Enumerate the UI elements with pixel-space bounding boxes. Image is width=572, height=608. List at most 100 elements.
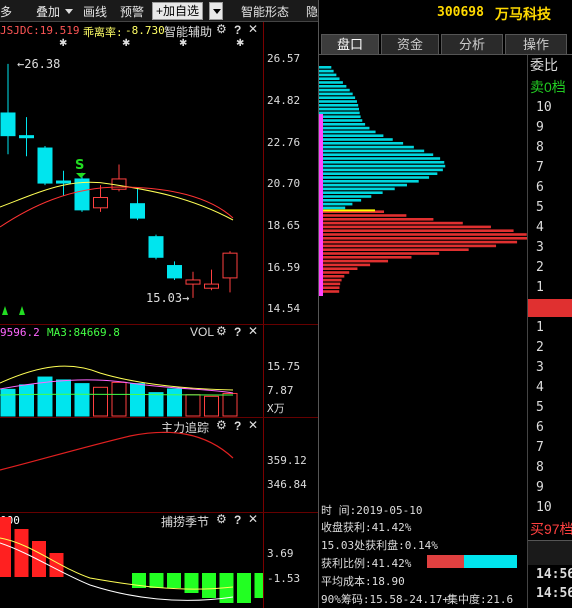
candle-body — [130, 203, 145, 219]
y-tick: 3.69 — [267, 547, 294, 560]
chip-bar — [319, 218, 434, 221]
chip-bar — [319, 248, 469, 251]
chip-bar — [319, 126, 370, 130]
candle-body — [93, 197, 108, 209]
season-bar — [184, 573, 199, 593]
volume-bar — [93, 386, 108, 417]
sell-level[interactable]: 4 — [536, 220, 544, 235]
toolbar-item-multi[interactable]: 多 — [0, 3, 12, 20]
chip-bar — [319, 195, 372, 198]
volume-bar — [19, 384, 34, 417]
buy-level[interactable]: 1 — [536, 320, 544, 335]
buy-level[interactable]: 10 — [536, 500, 552, 515]
season-bar — [149, 573, 164, 588]
toolbar-alert[interactable]: 预警 — [120, 3, 144, 20]
chip-bar — [319, 267, 358, 270]
sell-level[interactable]: 8 — [536, 140, 544, 155]
add-watchlist-button[interactable]: +加自选 — [152, 2, 204, 20]
chip-bar — [319, 104, 359, 107]
chip-bar — [319, 229, 514, 232]
chart-toolbar: 多 叠加 画线 预警 +加自选 智能形态 隐 — [0, 0, 318, 22]
chip-bar — [319, 77, 340, 80]
toolbar-hidden[interactable]: 隐 — [306, 3, 318, 20]
chip-bar — [319, 168, 443, 172]
buy-level[interactable]: 3 — [536, 360, 544, 375]
buy-level[interactable]: 7 — [536, 440, 544, 455]
buy-level[interactable]: 5 — [536, 400, 544, 415]
y-tick: 18.65 — [267, 219, 301, 232]
price-chart[interactable]: ←26.38 15.03→ S — [0, 22, 263, 324]
season-chart[interactable] — [0, 513, 263, 608]
chip-bar — [319, 263, 371, 267]
candle-body — [148, 236, 164, 258]
quote-pane: 300698 万马科技 盘口 资金 分析 操作 委比 卖0档 10 9 8 7 6 5 4 3… — [318, 0, 572, 608]
chip-bar — [319, 161, 445, 164]
tab-analysis[interactable]: 分析 — [441, 34, 503, 54]
y-tick: 20.70 — [267, 177, 301, 190]
buy-level[interactable]: 4 — [536, 380, 544, 395]
chip-90-range-bar — [319, 114, 323, 296]
tab-funds[interactable]: 资金 — [381, 34, 439, 54]
chip-bar — [319, 240, 518, 244]
toolbar-overlay[interactable]: 叠加 — [36, 3, 60, 20]
y-tick: 15.75 — [267, 360, 301, 373]
sell-level[interactable]: 7 — [536, 160, 544, 175]
chip-bar — [319, 88, 350, 92]
ma-line-red — [0, 186, 234, 228]
chip-bar — [319, 157, 441, 160]
candle-body — [37, 147, 53, 184]
main-force-chart[interactable] — [0, 418, 263, 512]
sell-level[interactable]: 5 — [536, 200, 544, 215]
candle-body — [74, 178, 90, 211]
buy-level[interactable]: 6 — [536, 420, 544, 435]
trade-time: 14:56 — [536, 567, 572, 582]
tab-operation[interactable]: 操作 — [505, 34, 567, 54]
tab-order-book[interactable]: 盘口 — [321, 34, 379, 54]
y-tick: 16.59 — [267, 261, 301, 274]
chip-bar — [319, 153, 434, 156]
toolbar-draw-line[interactable]: 画线 — [83, 3, 107, 20]
add-watchlist-dropdown[interactable] — [209, 2, 223, 20]
chip-bar — [319, 145, 414, 149]
chip-distribution-chart[interactable] — [319, 60, 527, 300]
chip-bar — [319, 252, 440, 255]
buy-level[interactable]: 8 — [536, 460, 544, 475]
profit-ratio-fill — [427, 555, 464, 568]
sell-level[interactable]: 6 — [536, 180, 544, 195]
sell-level[interactable]: 1 — [536, 280, 544, 295]
chip-bar — [319, 81, 343, 84]
chip-bar — [319, 244, 497, 248]
volume-chart[interactable] — [0, 325, 263, 417]
chip-bar — [319, 183, 407, 187]
buy-level[interactable]: 9 — [536, 480, 544, 495]
chip-bar — [319, 119, 363, 122]
chip-bar — [319, 176, 430, 179]
volume-bar — [56, 379, 71, 417]
chevron-down-icon[interactable] — [65, 9, 73, 14]
chip-bar — [319, 172, 438, 175]
y-unit: X万 — [267, 402, 285, 415]
chip-bar — [319, 271, 350, 274]
chip-bar — [319, 111, 360, 115]
chip-bar — [319, 221, 463, 225]
stat-price-profit: 15.03处获利盘:0.14% — [321, 539, 438, 552]
volume-panel: 9596.2 MA3:84669.8 VOL ⚙ ? ✕ 15.75 7.87 … — [0, 324, 318, 417]
stat-concentration: 集中度:21.6 — [447, 593, 514, 606]
sell-level[interactable]: 9 — [536, 120, 544, 135]
trade-strip — [528, 541, 572, 565]
season-bar — [167, 573, 181, 588]
chip-bar — [319, 66, 332, 69]
candle-body — [111, 178, 127, 190]
high-price-label: ←26.38 — [17, 57, 60, 71]
buy-level[interactable]: 2 — [536, 340, 544, 355]
toolbar-smart-form[interactable]: 智能形态 — [241, 3, 289, 20]
y-tick: 346.84 — [267, 478, 307, 491]
chip-bar — [319, 142, 404, 145]
sell-level[interactable]: 2 — [536, 260, 544, 275]
sell-level[interactable]: 3 — [536, 240, 544, 255]
chip-bar — [319, 73, 337, 77]
volume-bar — [222, 392, 238, 417]
season-bar — [254, 573, 263, 598]
sell-level[interactable]: 10 — [536, 100, 552, 115]
season-bar — [14, 529, 29, 577]
